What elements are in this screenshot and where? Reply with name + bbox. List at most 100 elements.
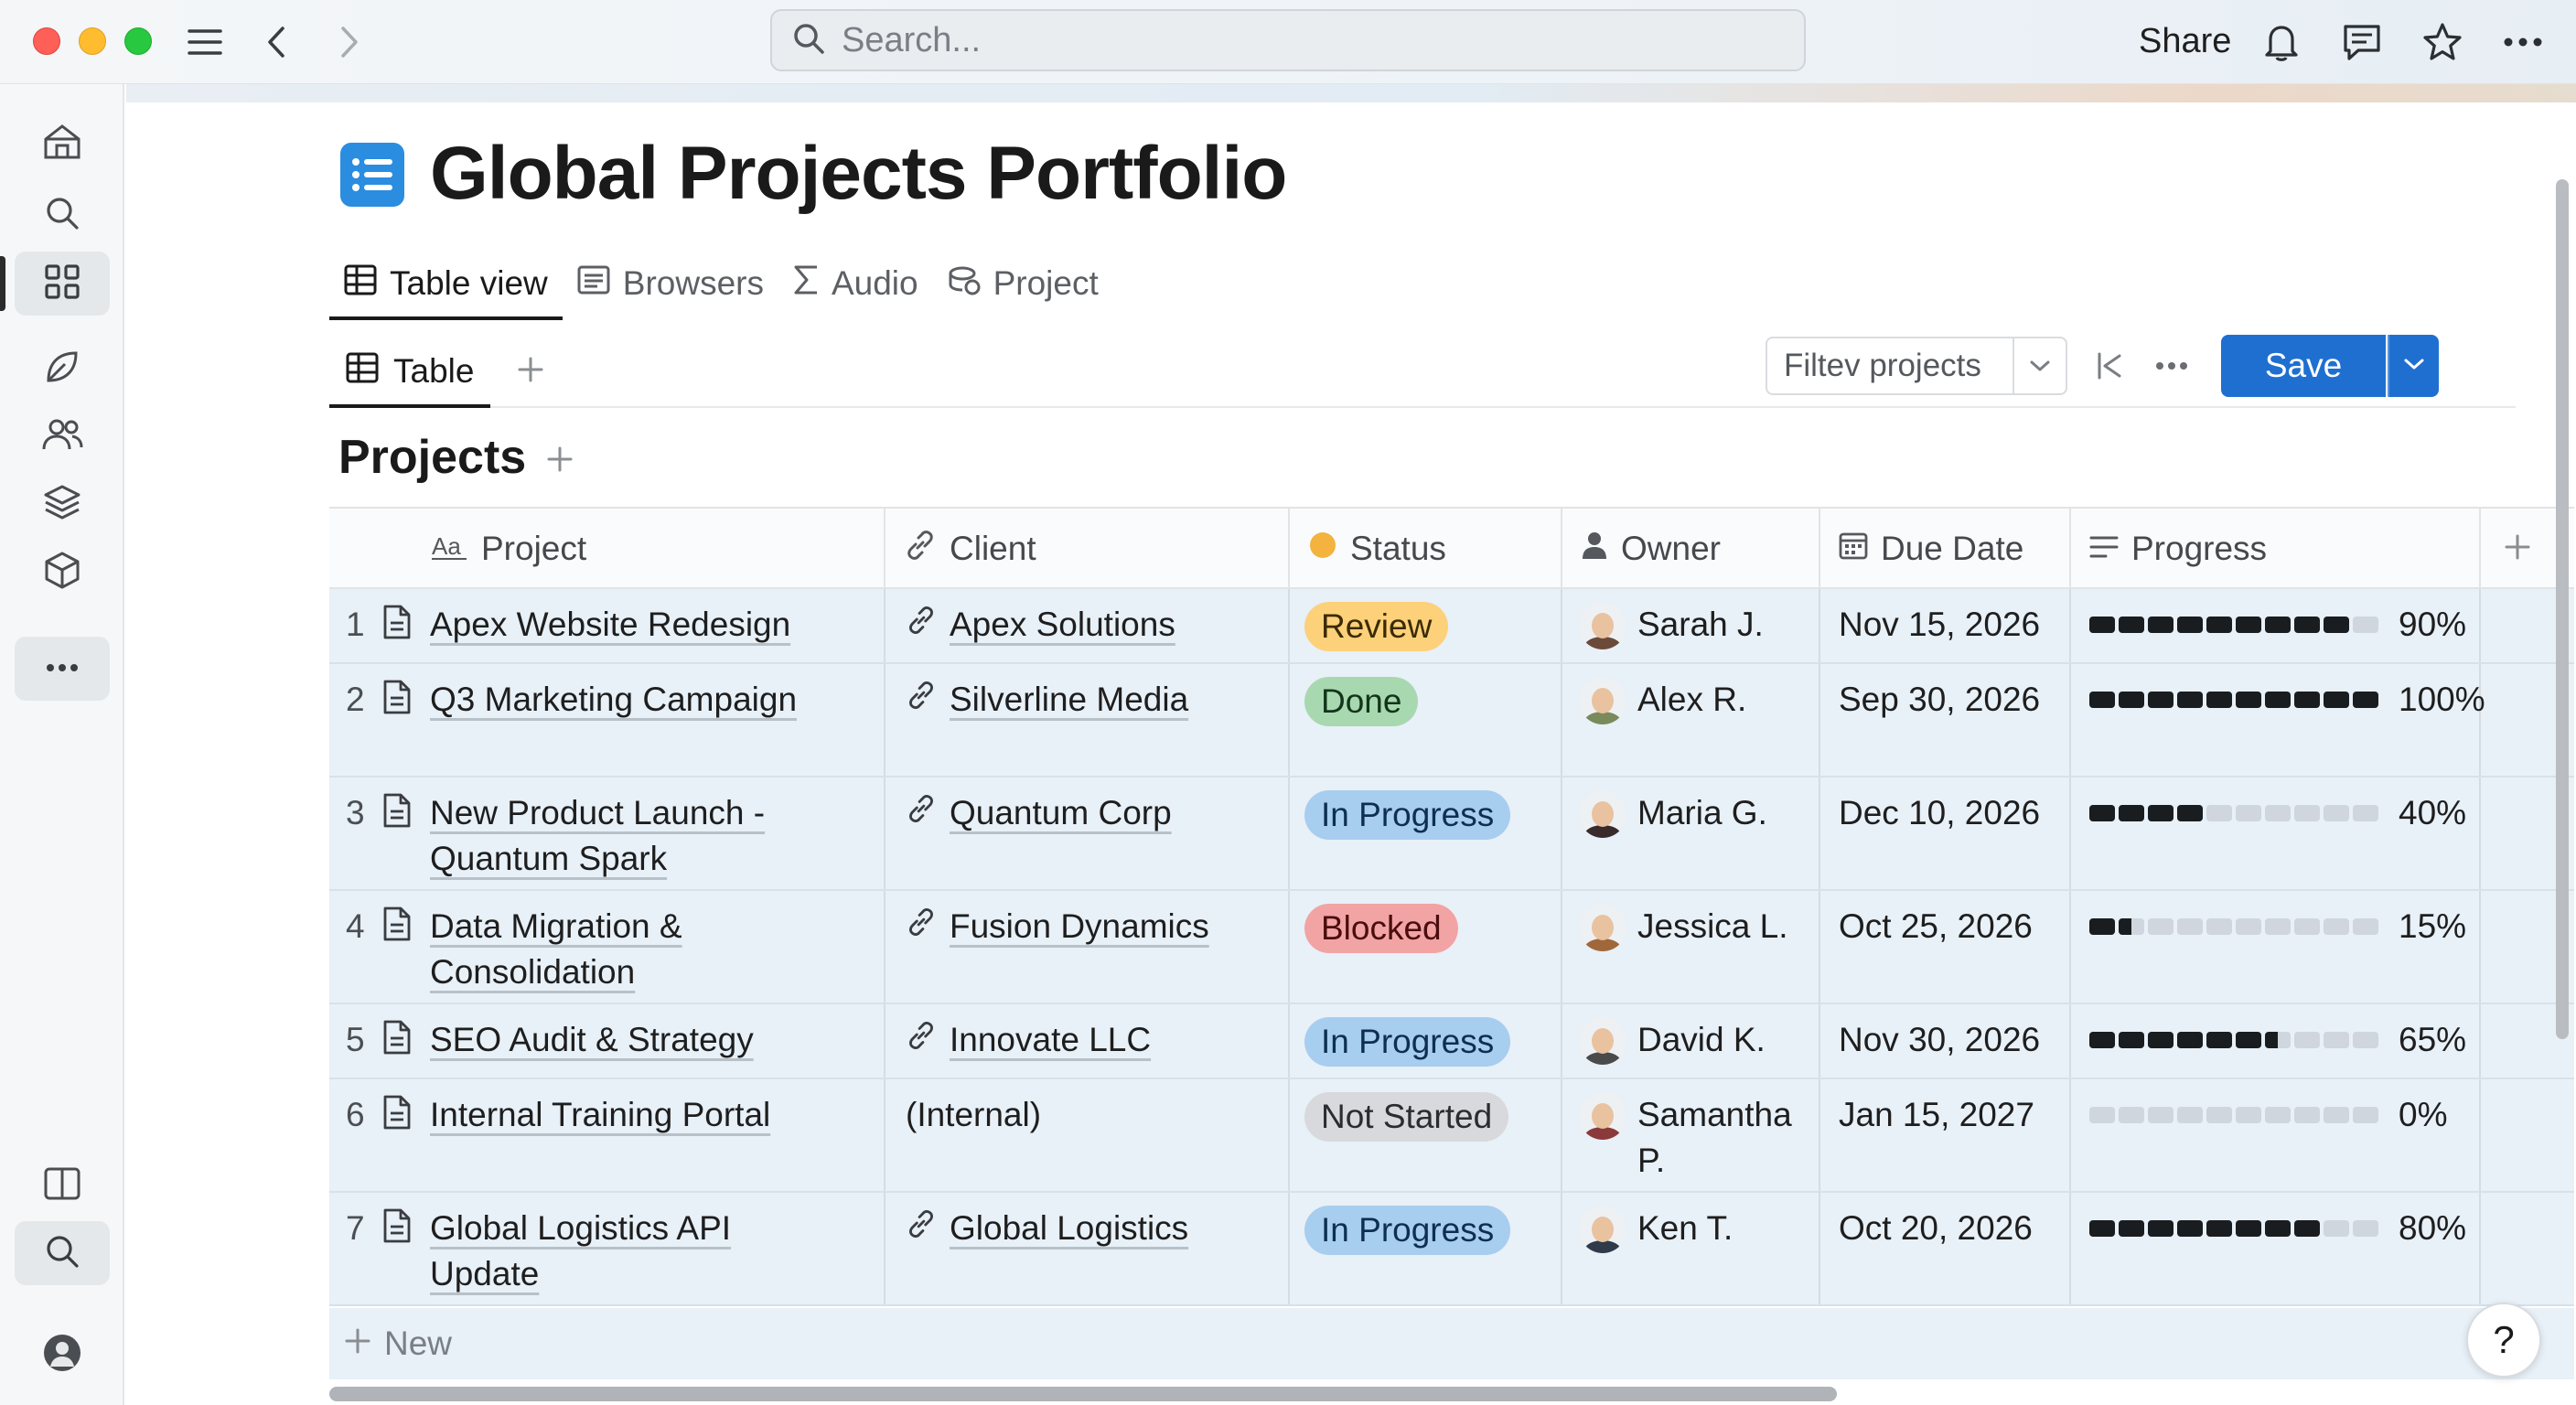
minimize-window-button[interactable] <box>79 27 106 55</box>
save-button[interactable]: Save <box>2221 335 2386 397</box>
forward-icon[interactable] <box>327 20 371 64</box>
project-name[interactable]: Global Logistics API Update <box>430 1206 814 1304</box>
progress-cell[interactable]: 90% <box>2071 589 2481 662</box>
tab-project[interactable]: Project <box>933 249 1113 318</box>
horizontal-scrollbar[interactable] <box>329 1387 1837 1401</box>
progress-cell[interactable]: 40% <box>2071 778 2481 889</box>
sidebar-item-search-bottom[interactable] <box>15 1221 110 1285</box>
project-cell[interactable]: Apex Website Redesign <box>329 589 886 662</box>
menu-icon[interactable] <box>183 20 227 64</box>
column-header-progress[interactable]: Progress <box>2071 509 2481 589</box>
sidebar-item-activity[interactable] <box>15 337 110 401</box>
column-header-status[interactable]: Status <box>1290 509 1562 589</box>
vertical-scrollbar[interactable] <box>2556 179 2569 1039</box>
project-cell[interactable]: Data Migration & Consolidation <box>329 891 886 1003</box>
add-view-button[interactable] <box>509 349 553 393</box>
sidebar-item-account[interactable] <box>15 1323 110 1387</box>
table-row[interactable]: 7 Global Logistics API Update Global Logis… <box>329 1193 2574 1306</box>
tab-browsers[interactable]: Browsers <box>563 249 778 318</box>
table-row[interactable]: 1 Apex Website Redesign Apex Solutions Revi… <box>329 589 2574 664</box>
help-button[interactable]: ? <box>2466 1303 2541 1378</box>
status-cell[interactable]: In Progress <box>1290 778 1562 889</box>
share-button[interactable]: Share <box>2139 18 2231 64</box>
status-cell[interactable]: In Progress <box>1290 1004 1562 1078</box>
project-name[interactable]: Apex Website Redesign <box>430 602 814 662</box>
progress-cell[interactable]: 15% <box>2071 891 2481 1003</box>
status-cell[interactable]: Not Started <box>1290 1079 1562 1191</box>
column-header-project[interactable]: Aa Project <box>329 509 886 589</box>
more-options-icon[interactable] <box>2501 20 2545 64</box>
table-row[interactable]: 2 Q3 Marketing Campaign Silverline Media Do… <box>329 664 2574 778</box>
owner-cell[interactable]: David K. <box>1562 1004 1820 1078</box>
bell-icon[interactable] <box>2259 20 2303 64</box>
project-cell[interactable]: Internal Training Portal <box>329 1079 886 1191</box>
close-window-button[interactable] <box>33 27 60 55</box>
add-column-button[interactable] <box>2490 509 2545 589</box>
tab-audio[interactable]: Audio <box>778 249 933 318</box>
status-badge[interactable]: In Progress <box>1304 790 1511 840</box>
client-name[interactable]: Quantum Corp <box>950 790 1172 889</box>
client-name[interactable]: Fusion Dynamics <box>950 904 1209 1003</box>
column-header-owner[interactable]: Owner <box>1562 509 1820 589</box>
project-cell[interactable]: Global Logistics API Update <box>329 1193 886 1304</box>
sidebar-item-home[interactable] <box>15 112 110 176</box>
client-cell[interactable]: Fusion Dynamics <box>886 891 1290 1003</box>
column-header-due-date[interactable]: Due Date <box>1820 509 2071 589</box>
search-input[interactable] <box>842 20 1756 60</box>
client-cell[interactable]: Innovate LLC <box>886 1004 1290 1078</box>
project-name[interactable]: Data Migration & Consolidation <box>430 904 814 1003</box>
more-options-icon[interactable] <box>2148 342 2195 390</box>
progress-cell[interactable]: 65% <box>2071 1004 2481 1078</box>
owner-cell[interactable]: Samantha P. <box>1562 1079 1820 1191</box>
progress-cell[interactable]: 100% <box>2071 664 2485 776</box>
add-section-button[interactable] <box>540 441 580 481</box>
sidebar-item-search[interactable] <box>15 183 110 247</box>
list-icon[interactable] <box>340 143 404 207</box>
search-bar[interactable] <box>770 9 1806 71</box>
client-name[interactable]: Silverline Media <box>950 677 1188 776</box>
owner-cell[interactable]: Sarah J. <box>1562 589 1820 662</box>
sidebar-item-library[interactable] <box>15 1153 110 1217</box>
new-row-button[interactable]: New <box>329 1308 2574 1379</box>
progress-cell[interactable]: 0% <box>2071 1079 2481 1191</box>
status-badge[interactable]: Done <box>1304 677 1419 726</box>
sidebar-item-more[interactable] <box>15 637 110 701</box>
project-name[interactable]: Q3 Marketing Campaign <box>430 677 814 776</box>
sidebar-item-apps[interactable] <box>15 252 110 316</box>
due-date-cell[interactable]: Sep 30, 2026 <box>1820 664 2071 776</box>
due-date-cell[interactable]: Nov 30, 2026 <box>1820 1004 2071 1078</box>
status-cell[interactable]: Done <box>1290 664 1562 776</box>
status-cell[interactable]: Blocked <box>1290 891 1562 1003</box>
client-name[interactable]: Innovate LLC <box>950 1017 1151 1078</box>
sidebar-item-packages[interactable] <box>15 540 110 604</box>
comments-icon[interactable] <box>2340 20 2384 64</box>
client-cell[interactable]: Silverline Media <box>886 664 1290 776</box>
client-cell[interactable]: Global Logistics <box>886 1193 1290 1304</box>
status-cell[interactable]: In Progress <box>1290 1193 1562 1304</box>
zoom-window-button[interactable] <box>124 27 152 55</box>
project-name[interactable]: Internal Training Portal <box>430 1092 814 1191</box>
owner-cell[interactable]: Jessica L. <box>1562 891 1820 1003</box>
due-date-cell[interactable]: Jan 15, 2027 <box>1820 1079 2071 1191</box>
sidebar-item-layers[interactable] <box>15 472 110 536</box>
sidebar-item-people[interactable] <box>15 404 110 468</box>
client-cell[interactable]: Quantum Corp <box>886 778 1290 889</box>
chevron-down-icon[interactable] <box>2012 338 2066 393</box>
status-badge[interactable]: In Progress <box>1304 1017 1511 1067</box>
due-date-cell[interactable]: Oct 20, 2026 <box>1820 1193 2071 1304</box>
tab-table-view[interactable]: Table view <box>329 249 563 320</box>
client-cell[interactable]: Apex Solutions <box>886 589 1290 662</box>
project-cell[interactable]: SEO Audit & Strategy <box>329 1004 886 1078</box>
project-name[interactable]: SEO Audit & Strategy <box>430 1017 814 1078</box>
owner-cell[interactable]: Ken T. <box>1562 1193 1820 1304</box>
due-date-cell[interactable]: Dec 10, 2026 <box>1820 778 2071 889</box>
project-cell[interactable]: New Product Launch - Quantum Spark <box>329 778 886 889</box>
status-badge[interactable]: Blocked <box>1304 904 1458 953</box>
favorite-star-icon[interactable] <box>2420 20 2464 64</box>
owner-cell[interactable]: Maria G. <box>1562 778 1820 889</box>
column-header-client[interactable]: Client <box>886 509 1290 589</box>
client-name[interactable]: Apex Solutions <box>950 602 1175 662</box>
client-name[interactable]: Global Logistics <box>950 1206 1188 1304</box>
save-options-button[interactable] <box>2388 335 2439 397</box>
back-icon[interactable] <box>254 20 298 64</box>
